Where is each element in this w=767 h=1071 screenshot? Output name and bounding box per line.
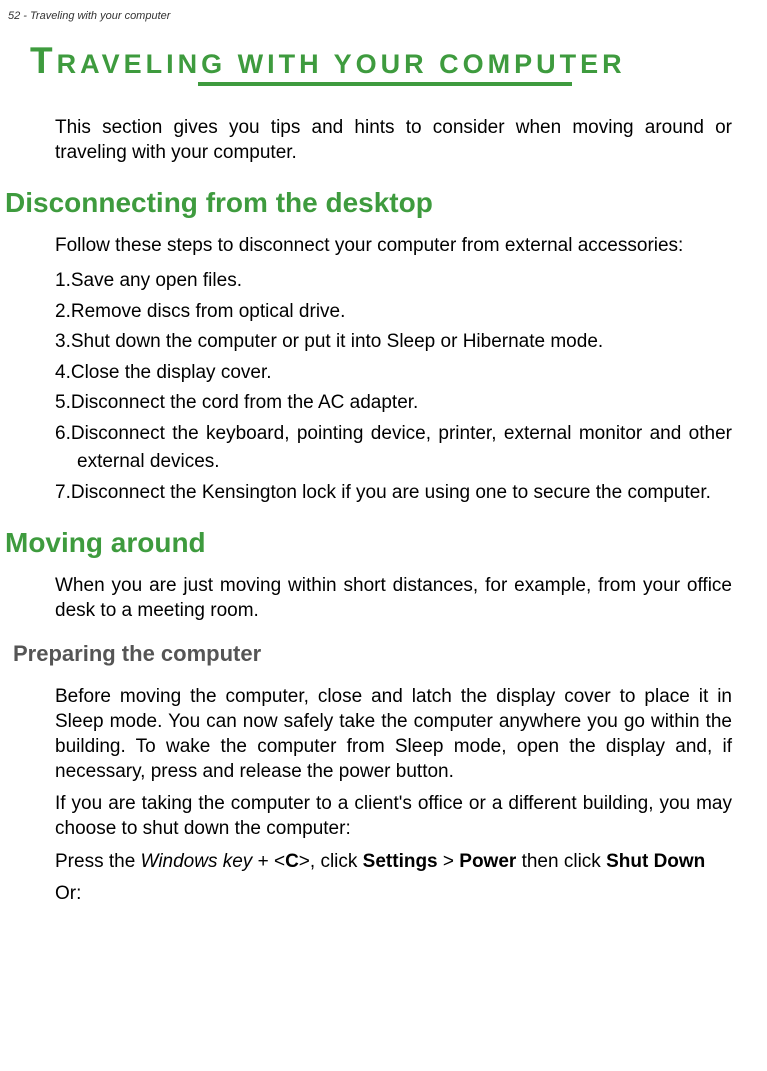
step-text: Disconnect the Kensington lock if you ar… [71,482,711,503]
step-number: 6. [55,423,71,444]
step-number: 7. [55,482,71,503]
step-text: Disconnect the keyboard, pointing device… [71,423,732,473]
page-title: TRAVELING WITH YOUR COMPUTER [0,40,767,82]
list-item: 3.Shut down the computer or put it into … [55,328,732,357]
preparing-para1: Before moving the computer, close and la… [55,685,732,784]
preparing-para2: If you are taking the computer to a clie… [55,792,732,841]
list-item: 5.Disconnect the cord from the AC adapte… [55,389,732,418]
step-number: 2. [55,301,71,322]
step-number: 5. [55,392,71,413]
text-fragment: Press the [55,851,141,872]
subsection-heading-preparing: Preparing the computer [9,641,732,667]
power-label: Power [459,851,516,872]
section-heading-disconnecting: Disconnecting from the desktop [1,187,732,219]
disconnect-steps-list: 1.Save any open files. 2.Remove discs fr… [55,267,732,507]
preparing-para4: Or: [55,882,732,907]
intro-paragraph: This section gives you tips and hints to… [55,116,732,165]
content-area: This section gives you tips and hints to… [0,116,767,907]
windows-key-text: Windows key [141,851,253,872]
step-text: Save any open files. [71,270,242,291]
section1-intro: Follow these steps to disconnect your co… [55,234,732,259]
list-item: 6.Disconnect the keyboard, pointing devi… [55,420,732,477]
title-rest: RAVELING WITH YOUR COMPUTER [57,49,626,79]
title-first-letter: T [30,40,57,81]
list-item: 1.Save any open files. [55,267,732,296]
list-item: 2.Remove discs from optical drive. [55,298,732,327]
step-text: Shut down the computer or put it into Sl… [71,331,603,352]
text-fragment: >, click [299,851,363,872]
preparing-para3: Press the Windows key + <C>, click Setti… [55,850,732,875]
title-divider [198,82,572,86]
page-header: 52 - Traveling with your computer [0,10,767,22]
list-item: 7.Disconnect the Kensington lock if you … [55,479,732,508]
section-heading-moving: Moving around [1,527,732,559]
step-text: Remove discs from optical drive. [71,301,346,322]
text-fragment: then click [516,851,606,872]
key-c: C [285,851,299,872]
list-item: 4.Close the display cover. [55,359,732,388]
shutdown-label: Shut Down [606,851,705,872]
text-fragment: > [438,851,460,872]
section2-intro: When you are just moving within short di… [55,574,732,623]
step-number: 3. [55,331,71,352]
step-number: 4. [55,362,71,383]
step-text: Close the display cover. [71,362,272,383]
step-number: 1. [55,270,71,291]
step-text: Disconnect the cord from the AC adapter. [71,392,418,413]
settings-label: Settings [363,851,438,872]
text-fragment: + < [252,851,285,872]
